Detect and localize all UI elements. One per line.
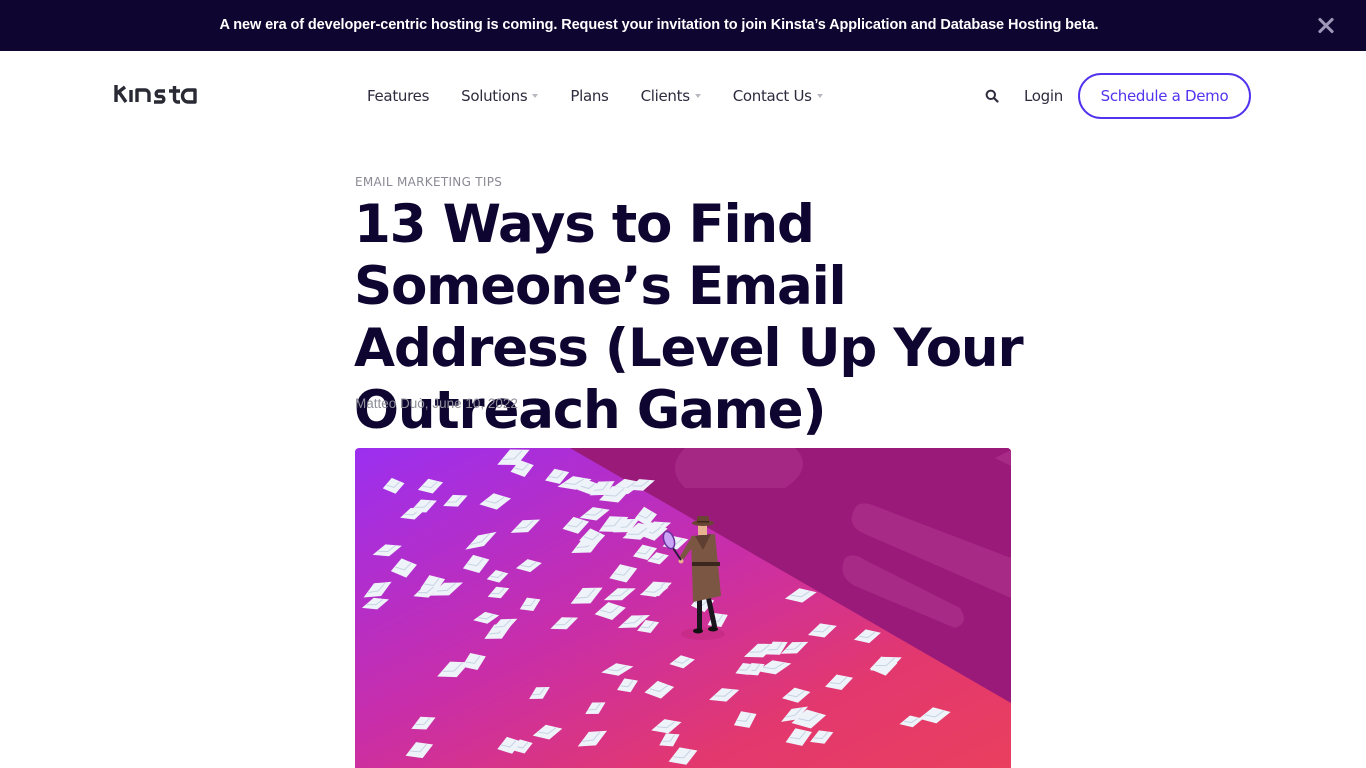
category-link[interactable]: EMAIL MARKETING TIPS xyxy=(355,175,502,189)
caret-down-icon xyxy=(532,94,539,98)
announcement-banner: A new era of developer-centric hosting i… xyxy=(0,0,1366,51)
nav-features[interactable]: Features xyxy=(367,87,429,105)
main-nav: Features Solutions Plans Clients Contact… xyxy=(367,87,855,105)
nav-label: Features xyxy=(367,87,430,105)
nav-contact-us[interactable]: Contact Us xyxy=(733,87,823,105)
banner-text[interactable]: A new era of developer-centric hosting i… xyxy=(0,17,1318,33)
nav-label: Clients xyxy=(640,87,690,105)
hero-illustration xyxy=(355,448,1011,768)
nav-plans[interactable]: Plans xyxy=(570,87,609,105)
caret-down-icon xyxy=(694,94,701,98)
close-icon[interactable] xyxy=(1314,14,1338,38)
schedule-demo-button[interactable]: Schedule a Demo xyxy=(1078,73,1251,119)
author-link[interactable]: Matteo Duò xyxy=(355,396,425,411)
logo-wordmark xyxy=(114,85,197,104)
login-link[interactable]: Login xyxy=(1024,87,1063,105)
site-header: Features Solutions Plans Clients Contact… xyxy=(0,51,1366,141)
kinsta-logo[interactable] xyxy=(114,82,208,108)
publish-date: June 10, 2022 xyxy=(432,396,518,411)
nav-clients[interactable]: Clients xyxy=(641,87,701,105)
caret-down-icon xyxy=(816,94,823,98)
nav-solutions[interactable]: Solutions xyxy=(461,87,539,105)
nav-label: Contact Us xyxy=(732,87,812,105)
hero-image xyxy=(355,448,1011,768)
search-icon[interactable] xyxy=(985,89,999,103)
nav-label: Solutions xyxy=(461,87,528,105)
nav-label: Plans xyxy=(570,87,609,105)
article-byline: Matteo Duò, June 10, 2022 xyxy=(355,396,518,411)
